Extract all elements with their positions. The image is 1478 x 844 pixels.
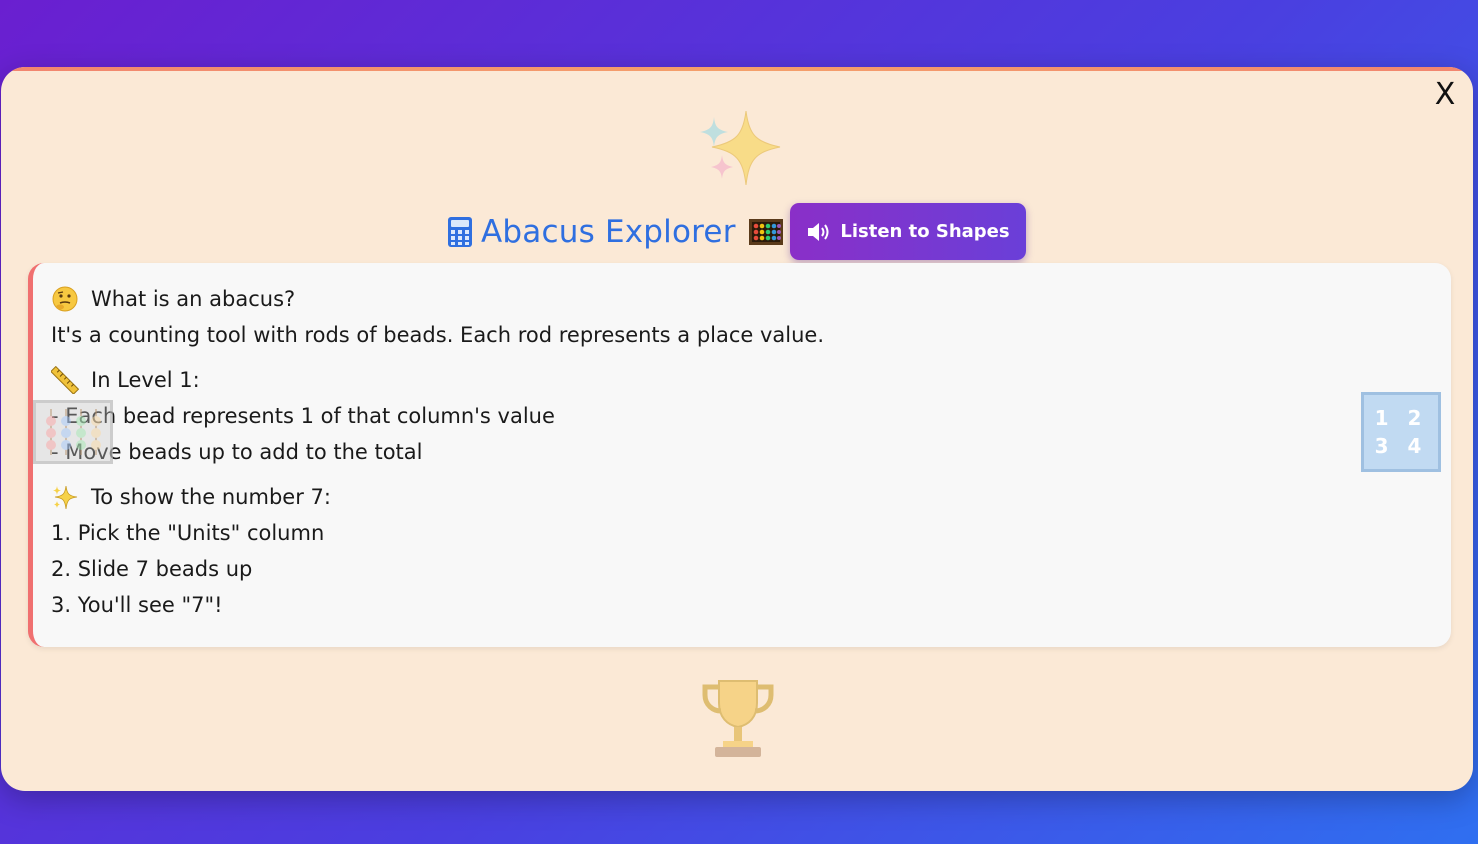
info-card: What is an abacus? It's a counting tool … <box>28 263 1451 647</box>
level-item: - Each bead represents 1 of that column'… <box>51 404 555 428</box>
step-item: 1. Pick the "Units" column <box>51 521 325 545</box>
info-modal: X Abacus Explorer Listen to Shapes What … <box>1 67 1473 791</box>
number-tile-row: 3 4 <box>1374 434 1428 458</box>
sparkles-icon <box>700 110 781 186</box>
title-row: Abacus Explorer <box>447 203 784 261</box>
close-button[interactable]: X <box>1427 77 1463 113</box>
card-content: What is an abacus? It's a counting tool … <box>51 281 1431 623</box>
level-heading: In Level 1: <box>91 368 200 392</box>
what-text: It's a counting tool with rods of beads.… <box>51 323 825 347</box>
show-heading: To show the number 7: <box>91 485 331 509</box>
what-heading-row: What is an abacus? <box>51 281 1431 317</box>
step-item: 2. Slide 7 beads up <box>51 557 253 581</box>
listen-button[interactable]: Listen to Shapes <box>790 203 1026 260</box>
modal-accent-bar <box>1 67 1473 71</box>
listen-button-label: Listen to Shapes <box>840 221 1010 242</box>
abacus-icon <box>46 409 101 455</box>
abacus-decoration <box>33 400 113 464</box>
thinking-face-icon <box>52 286 78 312</box>
modal-title: Abacus Explorer <box>481 214 736 250</box>
what-heading: What is an abacus? <box>91 287 296 311</box>
level-item: - Move beads up to add to the total <box>51 440 423 464</box>
level-heading-row: In Level 1: <box>51 362 1431 398</box>
number-tile-decoration: 1 2 3 4 <box>1361 392 1441 472</box>
number-tile-row: 1 2 <box>1374 406 1428 430</box>
speaker-icon <box>808 222 829 241</box>
step-item: 3. You'll see "7"! <box>51 593 223 617</box>
trophy-icon <box>702 680 774 757</box>
calculator-icon <box>448 217 472 247</box>
sparkles-icon <box>53 485 78 510</box>
show-heading-row: To show the number 7: <box>51 479 1431 515</box>
ruler-icon <box>51 366 79 394</box>
abacus-icon <box>748 219 783 245</box>
